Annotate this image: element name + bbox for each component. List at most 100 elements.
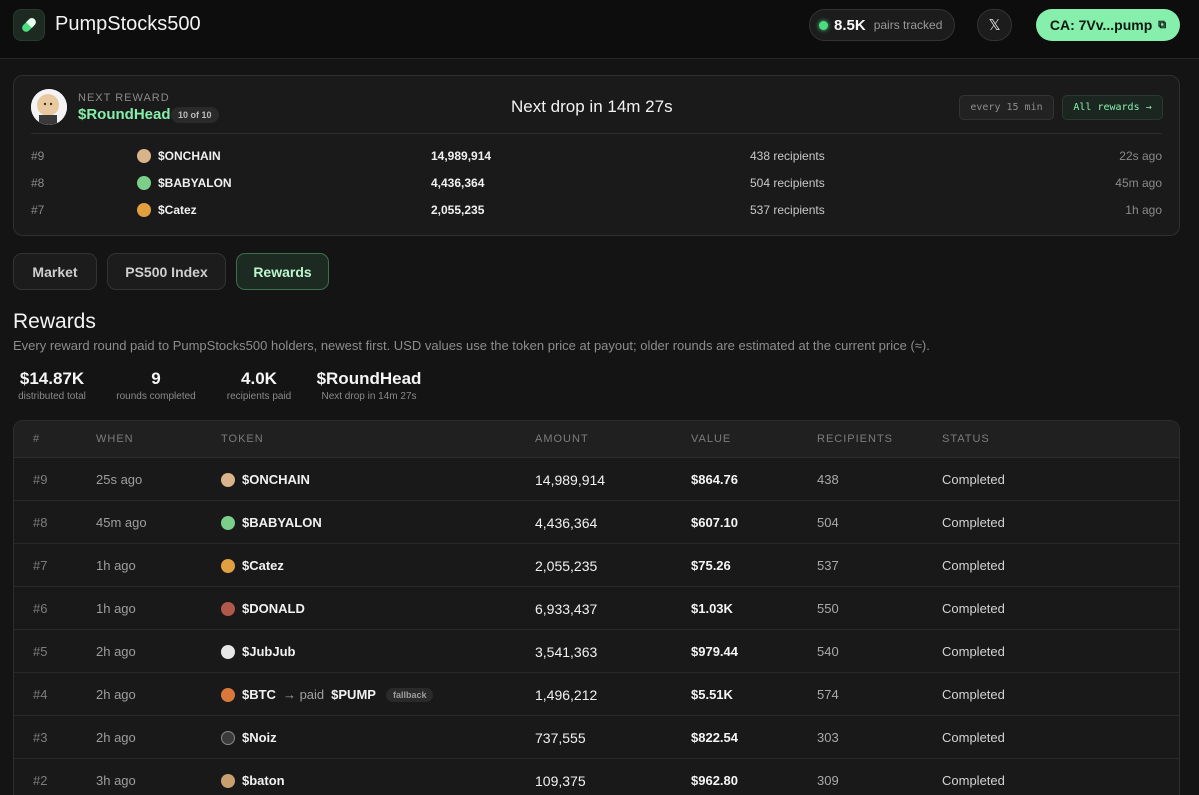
row-token: $Catez	[221, 558, 284, 573]
row-index: #3	[33, 730, 48, 745]
reward-index: #7	[31, 203, 45, 217]
row-when: 1h ago	[96, 601, 136, 616]
tab-market[interactable]: Market	[13, 253, 97, 290]
stat-recipients: 4.0K recipients paid	[222, 369, 296, 402]
next-drop-countdown: Next drop in 14m 27s	[511, 97, 673, 116]
row-recipients: 504	[817, 515, 839, 530]
table-row[interactable]: #8 45m ago $BABYALON 4,436,364 $607.10 5…	[14, 501, 1179, 544]
col-index: #	[33, 433, 41, 445]
row-amount: 6,933,437	[535, 601, 598, 617]
row-token: $BABYALON	[221, 515, 322, 530]
token-symbol: $Noiz	[242, 730, 277, 745]
table-row[interactable]: #9 25s ago $ONCHAIN 14,989,914 $864.76 4…	[14, 458, 1179, 501]
live-dot-icon	[819, 20, 828, 30]
recent-reward-row[interactable]: #8 $BABYALON 4,436,364 504 recipients 45…	[14, 176, 1179, 196]
copy-icon: ⧉	[1158, 18, 1167, 31]
top-bar: PumpStocks500 8.5K pairs tracked 𝕏 CA: 7…	[0, 0, 1199, 59]
col-value: VALUE	[691, 433, 732, 445]
roundhead-avatar-icon	[31, 89, 67, 125]
pairs-count: 8.5K	[834, 16, 866, 34]
table-row[interactable]: #3 2h ago $Noiz 737,555 $822.54 303 Comp…	[14, 716, 1179, 759]
row-token: $baton	[221, 773, 285, 788]
reward-amount: 2,055,235	[431, 203, 485, 217]
col-amount: AMOUNT	[535, 433, 589, 445]
reward-time: 22s ago	[1119, 149, 1162, 163]
rewards-table: # WHEN TOKEN AMOUNT VALUE RECIPIENTS STA…	[13, 420, 1180, 795]
row-when: 25s ago	[96, 472, 143, 487]
token-icon	[221, 687, 235, 702]
row-when: 2h ago	[96, 687, 136, 702]
paid-token-symbol: $PUMP	[331, 687, 376, 702]
stat-label: rounds completed	[116, 391, 196, 402]
table-row[interactable]: #2 3h ago $baton 109,375 $962.80 309 Com…	[14, 759, 1179, 795]
row-amount: 737,555	[535, 730, 586, 746]
recent-reward-row[interactable]: #7 $Catez 2,055,235 537 recipients 1h ag…	[14, 203, 1179, 223]
contract-address-button[interactable]: CA: 7Vv...pump ⧉	[1036, 9, 1180, 41]
row-value: $5.51K	[691, 687, 733, 702]
next-reward-token[interactable]: $RoundHead	[78, 106, 171, 123]
token-symbol: $ONCHAIN	[242, 472, 310, 487]
reward-index: #8	[31, 176, 45, 190]
token-symbol: $DONALD	[242, 601, 305, 616]
next-reward-card: NEXT REWARD $RoundHead 10 of 10 Next dro…	[13, 75, 1180, 236]
table-row[interactable]: #5 2h ago $JubJub 3,541,363 $979.44 540 …	[14, 630, 1179, 673]
token-icon	[137, 149, 151, 163]
stat-label: recipients paid	[226, 391, 292, 402]
logo[interactable]	[13, 9, 45, 41]
row-status: Completed	[942, 773, 1005, 788]
row-token: $JubJub	[221, 644, 295, 659]
interval-badge: every 15 min	[959, 95, 1054, 120]
row-when: 3h ago	[96, 773, 136, 788]
row-value: $1.03K	[691, 601, 733, 616]
row-value: $822.54	[691, 730, 738, 745]
row-when: 2h ago	[96, 730, 136, 745]
all-rewards-button[interactable]: All rewards →	[1062, 95, 1163, 120]
row-token: $Noiz	[221, 730, 277, 745]
x-twitter-button[interactable]: 𝕏	[977, 9, 1012, 41]
tab-ps500-index[interactable]: PS500 Index	[107, 253, 226, 290]
row-token: $ONCHAIN	[221, 472, 310, 487]
table-row[interactable]: #4 2h ago $BTC → paid $PUMP fallback 1,4…	[14, 673, 1179, 716]
stat-value: 4.0K	[241, 369, 277, 388]
token-icon	[137, 203, 151, 217]
row-index: #2	[33, 773, 48, 788]
token-icon	[137, 176, 151, 190]
reward-time: 45m ago	[1115, 176, 1162, 190]
tab-rewards[interactable]: Rewards	[236, 253, 329, 290]
table-header: # WHEN TOKEN AMOUNT VALUE RECIPIENTS STA…	[14, 421, 1179, 458]
row-recipients: 574	[817, 687, 839, 702]
brand-name[interactable]: PumpStocks500	[55, 13, 201, 36]
next-reward-avatar	[31, 89, 67, 125]
table-row[interactable]: #6 1h ago $DONALD 6,933,437 $1.03K 550 C…	[14, 587, 1179, 630]
row-recipients: 309	[817, 773, 839, 788]
reward-recipients: 504 recipients	[750, 176, 825, 190]
token-symbol: $ONCHAIN	[158, 149, 221, 163]
row-status: Completed	[942, 644, 1005, 659]
recent-reward-row[interactable]: #9 $ONCHAIN 14,989,914 438 recipients 22…	[14, 149, 1179, 169]
next-reward-label: NEXT REWARD	[78, 92, 170, 104]
row-value: $75.26	[691, 558, 731, 573]
divider	[31, 133, 1162, 134]
paid-arrow-text: → paid	[282, 687, 325, 702]
row-when: 45m ago	[96, 515, 147, 530]
reward-time: 1h ago	[1125, 203, 1162, 217]
stat-rounds: 9 rounds completed	[112, 369, 200, 402]
reward-token: $BABYALON	[137, 176, 232, 190]
stat-next-drop: $RoundHead Next drop in 14m 27s	[316, 369, 422, 402]
token-symbol: $Catez	[158, 203, 197, 217]
fallback-badge: fallback	[385, 687, 434, 702]
reward-token: $Catez	[137, 203, 197, 217]
x-logo-icon: 𝕏	[988, 17, 1001, 34]
table-row[interactable]: #7 1h ago $Catez 2,055,235 $75.26 537 Co…	[14, 544, 1179, 587]
row-value: $864.76	[691, 472, 738, 487]
token-symbol: $BABYALON	[158, 176, 232, 190]
row-amount: 2,055,235	[535, 558, 598, 574]
row-when: 2h ago	[96, 644, 136, 659]
row-amount: 3,541,363	[535, 644, 598, 660]
stat-distributed: $14.87K distributed total	[13, 369, 91, 402]
token-icon	[221, 730, 235, 745]
reward-count-badge: 10 of 10	[171, 107, 219, 123]
ca-label: CA: 7Vv...pump	[1049, 17, 1153, 33]
reward-recipients: 438 recipients	[750, 149, 825, 163]
row-status: Completed	[942, 558, 1005, 573]
